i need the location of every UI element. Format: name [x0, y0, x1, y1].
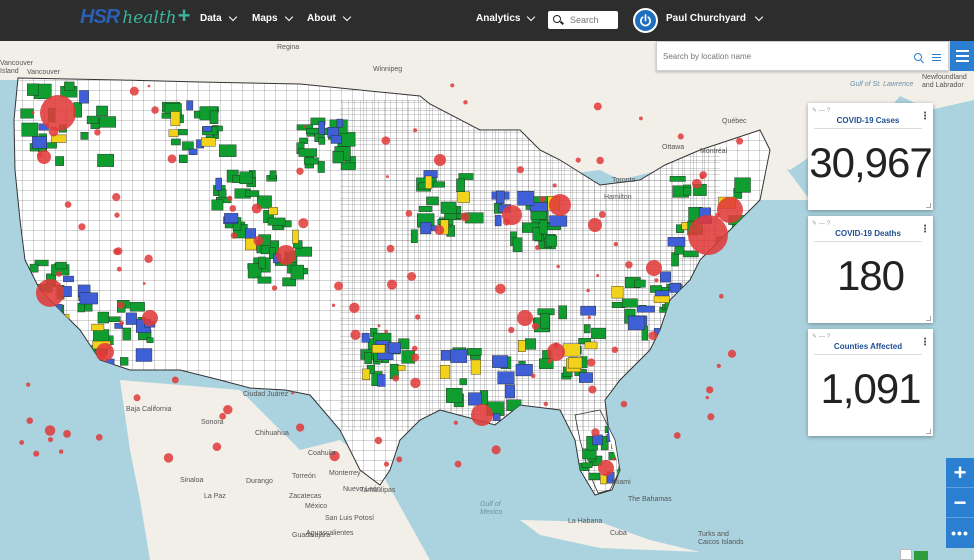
- map-label: Monterrey: [329, 470, 361, 477]
- map-label: La Paz: [204, 493, 226, 500]
- card-value: 180: [836, 252, 905, 299]
- map-label: Miami: [612, 479, 631, 486]
- logo-plus-icon: +: [177, 3, 191, 28]
- global-search-input[interactable]: [570, 15, 618, 25]
- menu-bar: [955, 50, 969, 52]
- map-label: Vancouver: [27, 69, 60, 76]
- menu-bar: [955, 55, 969, 57]
- card-value: 1,091: [820, 365, 921, 412]
- more-options-button[interactable]: •••: [946, 518, 974, 548]
- map-label: Zacatecas: [289, 493, 322, 500]
- stat-card-deaths[interactable]: ✎—? COVID-19 Deaths 180: [808, 216, 933, 323]
- stat-card-cases[interactable]: ✎—? COVID-19 Cases 30,967: [808, 103, 933, 210]
- map-label: México: [305, 503, 328, 510]
- map-label: Durango: [246, 478, 273, 485]
- card-title: COVID-19 Deaths: [814, 229, 922, 242]
- chevron-down-icon: [284, 12, 293, 21]
- chevron-down-icon: [754, 12, 764, 21]
- list-icon[interactable]: [932, 54, 941, 61]
- nav-menu-data[interactable]: Data: [200, 12, 237, 24]
- map-label: Torreón: [292, 473, 316, 480]
- zoom-out-button[interactable]: −: [946, 488, 974, 518]
- map-label: Ciudad Juárez: [243, 391, 289, 398]
- zoom-in-button[interactable]: +: [946, 458, 974, 488]
- map-label: Aguascalientes: [306, 530, 354, 537]
- nav-data-label: Data: [200, 13, 222, 24]
- nav-menu-analytics[interactable]: Analytics: [476, 12, 536, 24]
- map-label: Gulf of St. Lawrence: [850, 81, 914, 88]
- card-controls-icon[interactable]: ✎—?: [812, 220, 832, 227]
- power-glyph: [640, 14, 651, 27]
- card-value: 30,967: [809, 139, 932, 186]
- nav-about-label: About: [307, 13, 336, 24]
- map-label: Newfoundland and Labrador: [922, 74, 967, 89]
- logo-health-text: health: [122, 8, 177, 28]
- kebab-menu-icon[interactable]: [920, 337, 930, 349]
- user-name-label: Paul Churchyard: [666, 13, 747, 24]
- logo-hsr-text: HSR: [80, 6, 120, 28]
- map-label: Hamilton: [604, 194, 632, 201]
- hsr-health-logo[interactable]: HSR health +: [80, 3, 191, 29]
- top-nav-bar: HSR health + Data Maps About Analytics P…: [0, 0, 974, 41]
- basemap-toggle-button[interactable]: [914, 551, 928, 560]
- power-icon[interactable]: [633, 8, 658, 33]
- resize-grip-icon[interactable]: [926, 316, 931, 321]
- card-controls-icon[interactable]: ✎—?: [812, 107, 832, 114]
- map-label: Chihuahua: [255, 430, 289, 437]
- map-label: La Habana: [568, 518, 603, 525]
- chevron-down-icon: [342, 12, 352, 21]
- resize-grip-icon[interactable]: [926, 429, 931, 434]
- hamburger-menu-button[interactable]: [950, 41, 974, 71]
- layer-toggle-button[interactable]: [900, 549, 912, 560]
- map-label: Baja California: [126, 406, 172, 413]
- chevron-down-icon: [228, 12, 237, 21]
- map-label: Regina: [277, 44, 300, 51]
- search-icon[interactable]: [914, 53, 924, 63]
- map-label: Turks and Caicos Islands: [698, 531, 744, 546]
- menu-bar: [955, 60, 969, 62]
- nav-maps-label: Maps: [252, 13, 278, 24]
- nav-menu-maps[interactable]: Maps: [252, 12, 293, 24]
- kebab-menu-icon[interactable]: [920, 111, 930, 123]
- map-label: Tamaulipas: [360, 487, 396, 494]
- card-title: COVID-19 Cases: [814, 116, 922, 129]
- map-label: Cuba: [610, 530, 627, 537]
- nav-analytics-label: Analytics: [476, 13, 521, 24]
- location-search-input[interactable]: [663, 51, 908, 61]
- kebab-menu-icon[interactable]: [920, 224, 930, 236]
- map-label: Montréal: [700, 148, 728, 155]
- map-label: Ottawa: [662, 144, 685, 151]
- resize-grip-icon[interactable]: [926, 203, 931, 208]
- map-label: Winnipeg: [373, 66, 403, 73]
- user-menu[interactable]: Paul Churchyard: [666, 12, 764, 24]
- map-label: The Bahamas: [628, 496, 672, 503]
- location-search-bar: [656, 41, 949, 71]
- map-label: Toronto: [612, 177, 636, 184]
- map-label: Sinaloa: [180, 477, 204, 484]
- nav-menu-about[interactable]: About: [307, 12, 352, 24]
- map-label: Coahuila: [308, 450, 336, 457]
- stat-card-counties[interactable]: ✎—? Counties Affected 1,091: [808, 329, 933, 436]
- chevron-down-icon: [527, 12, 536, 21]
- map-label: Sonora: [201, 419, 224, 426]
- card-controls-icon[interactable]: ✎—?: [812, 333, 832, 340]
- map-label: Gulf of Mexico: [480, 501, 503, 516]
- global-search[interactable]: [548, 11, 618, 29]
- search-icon: [552, 11, 566, 29]
- map-label: San Luis Potosí: [325, 515, 375, 522]
- map-label: Québec: [722, 118, 747, 125]
- card-title: Counties Affected: [814, 342, 922, 355]
